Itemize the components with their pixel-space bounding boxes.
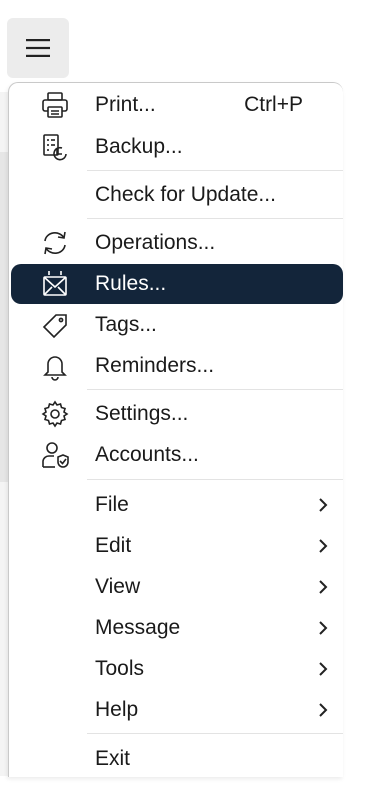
backup-icon: [37, 129, 73, 165]
bell-icon: [37, 348, 73, 384]
background-window-edge: [0, 92, 8, 776]
menu-separator: [87, 733, 343, 734]
menu-item-label: Reminders...: [95, 354, 215, 377]
menu-item-label: Accounts...: [95, 443, 199, 466]
menu-item-label: Edit: [95, 534, 132, 557]
app-menu-dropdown: Print... Ctrl+P Backup... Check for Upda…: [8, 82, 343, 777]
menu-item-label: Settings...: [95, 402, 189, 425]
menu-item-accounts[interactable]: Accounts...: [11, 435, 343, 475]
background-window-edge-shade: [0, 152, 8, 482]
account-icon: [37, 437, 73, 473]
menu-item-exit[interactable]: Exit: [11, 739, 343, 777]
menu-item-label: Check for Update...: [95, 183, 276, 206]
hamburger-icon: [26, 39, 50, 57]
menu-item-check-for-update[interactable]: Check for Update...: [11, 175, 343, 215]
menu-item-label: Operations...: [95, 231, 216, 254]
chevron-right-icon: [319, 621, 328, 635]
app-menu-button[interactable]: [7, 18, 69, 78]
menu-item-operations[interactable]: Operations...: [11, 223, 343, 263]
menu-item-tools[interactable]: Tools: [11, 649, 343, 689]
menu-item-print[interactable]: Print... Ctrl+P: [11, 85, 343, 125]
menu-item-label: Tools: [95, 657, 145, 680]
menu-item-label: Message: [95, 616, 181, 639]
menu-item-rules[interactable]: Rules...: [11, 264, 343, 304]
menu-item-help[interactable]: Help: [11, 690, 343, 730]
menu-item-message[interactable]: Message: [11, 608, 343, 648]
chevron-right-icon: [319, 539, 328, 553]
menu-item-edit[interactable]: Edit: [11, 526, 343, 566]
menu-item-label: Backup...: [95, 135, 183, 158]
rules-icon: [37, 266, 73, 302]
menu-item-label: Rules...: [95, 272, 167, 295]
menu-item-tags[interactable]: Tags...: [11, 305, 343, 345]
menu-item-label: View: [95, 575, 141, 598]
menu-item-backup[interactable]: Backup...: [11, 127, 343, 167]
menu-item-settings[interactable]: Settings...: [11, 394, 343, 434]
printer-icon: [37, 87, 73, 123]
tag-icon: [37, 307, 73, 343]
menu-item-label: File: [95, 493, 129, 516]
menu-item-file[interactable]: File: [11, 485, 343, 525]
menu-separator: [87, 218, 343, 219]
menu-separator: [87, 389, 343, 390]
gear-icon: [37, 396, 73, 432]
menu-item-shortcut: Ctrl+P: [244, 93, 303, 116]
menu-separator: [87, 170, 343, 171]
menu-item-label: Print...: [95, 93, 156, 116]
menu-item-label: Help: [95, 698, 139, 721]
menu-item-reminders[interactable]: Reminders...: [11, 346, 343, 386]
chevron-right-icon: [319, 662, 328, 676]
operations-icon: [37, 225, 73, 261]
menu-item-label: Tags...: [95, 313, 157, 336]
chevron-right-icon: [319, 703, 328, 717]
chevron-right-icon: [319, 498, 328, 512]
chevron-right-icon: [319, 580, 328, 594]
menu-separator: [87, 479, 343, 480]
menu-item-view[interactable]: View: [11, 567, 343, 607]
menu-item-label: Exit: [95, 747, 131, 770]
